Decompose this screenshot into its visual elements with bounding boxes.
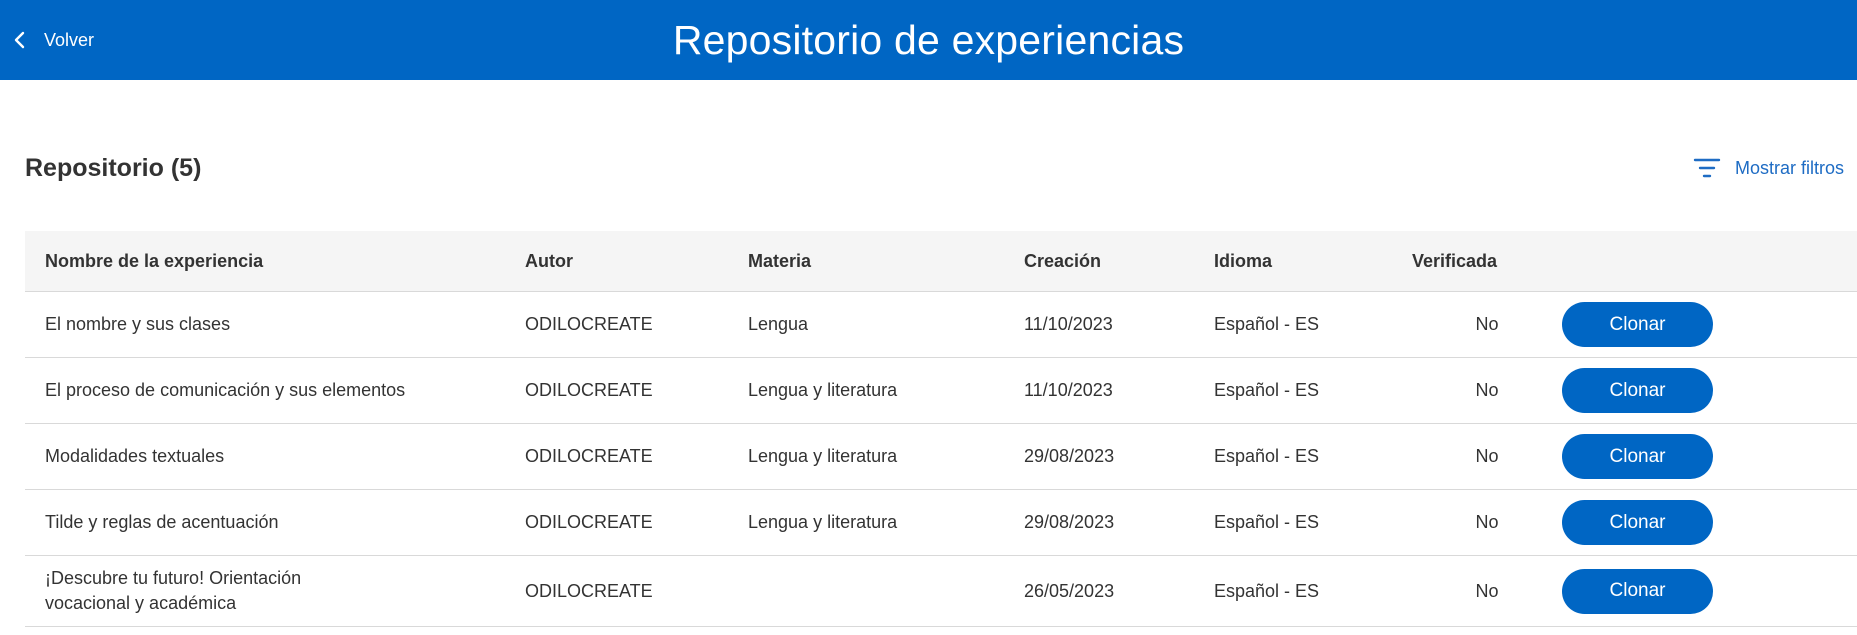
experience-subject: Lengua y literatura [748,423,1024,490]
experience-name[interactable]: Tilde y reglas de acentuación [25,489,525,556]
experience-verified: No [1412,555,1562,627]
clone-button[interactable]: Clonar [1562,568,1713,614]
table-row[interactable]: Tilde y reglas de acentuación ODILOCREAT… [25,489,1857,556]
table-row[interactable]: El nombre y sus clases ODILOCREATE Lengu… [25,291,1857,358]
show-filters-label: Mostrar filtros [1734,157,1844,178]
experience-created: 29/08/2023 [1024,489,1214,556]
experience-language: Español - ES [1214,423,1412,490]
experience-language: Español - ES [1214,291,1412,358]
experience-language: Español - ES [1214,489,1412,556]
experience-language: Español - ES [1214,555,1412,627]
column-header-author[interactable]: Autor [525,231,748,292]
experience-verified: No [1412,423,1562,490]
column-header-subject[interactable]: Materia [748,231,1024,292]
experience-language: Español - ES [1214,357,1412,424]
experience-name[interactable]: Modalidades textuales [25,423,525,490]
experience-author: ODILOCREATE [525,423,748,490]
column-header-name[interactable]: Nombre de la experiencia [25,231,525,292]
experience-name-line-2: vocacional y académica [45,593,237,613]
experience-subject: Lengua y literatura [748,489,1024,556]
experience-verified: No [1412,291,1562,358]
experience-subject: Lengua y literatura [748,357,1024,424]
section-title: Repositorio (5) [25,154,202,182]
experience-author: ODILOCREATE [525,357,748,424]
experience-created: 11/10/2023 [1024,291,1214,358]
experience-name[interactable]: ¡Descubre tu futuro! Orientación vocacio… [25,555,525,627]
column-header-verified[interactable]: Verificada [1412,231,1562,292]
show-filters-button[interactable]: Mostrar filtros [1693,156,1844,180]
experience-verified: No [1412,357,1562,424]
experience-name-line-1: ¡Descubre tu futuro! Orientación [45,568,302,588]
experience-created: 26/05/2023 [1024,555,1214,627]
filter-icon [1693,158,1721,178]
top-bar: Volver Repositorio de experiencias [0,0,1857,80]
experience-author: ODILOCREATE [525,291,748,358]
clone-button[interactable]: Clonar [1562,500,1713,545]
experience-verified: No [1412,489,1562,556]
table-row[interactable]: ¡Descubre tu futuro! Orientación vocacio… [25,555,1857,627]
experience-author: ODILOCREATE [525,555,748,627]
column-header-actions [1562,231,1857,292]
table-row[interactable]: Modalidades textuales ODILOCREATE Lengua… [25,423,1857,490]
clone-button[interactable]: Clonar [1562,368,1713,413]
experience-created: 29/08/2023 [1024,423,1214,490]
column-header-language[interactable]: Idioma [1214,231,1412,292]
table-header-row: Nombre de la experiencia Autor Materia C… [25,231,1857,292]
experience-created: 11/10/2023 [1024,357,1214,424]
experience-name[interactable]: El proceso de comunicación y sus element… [25,357,525,424]
experiences-table: Nombre de la experiencia Autor Materia C… [25,231,1857,627]
experience-name[interactable]: El nombre y sus clases [25,291,525,358]
clone-button[interactable]: Clonar [1562,434,1713,479]
page-title: Repositorio de experiencias [672,16,1185,63]
clone-button[interactable]: Clonar [1562,302,1713,347]
experience-author: ODILOCREATE [525,489,748,556]
experience-subject: Lengua [748,291,1024,358]
table-row[interactable]: El proceso de comunicación y sus element… [25,357,1857,424]
column-header-created[interactable]: Creación [1024,231,1214,292]
experience-subject [748,555,1024,627]
